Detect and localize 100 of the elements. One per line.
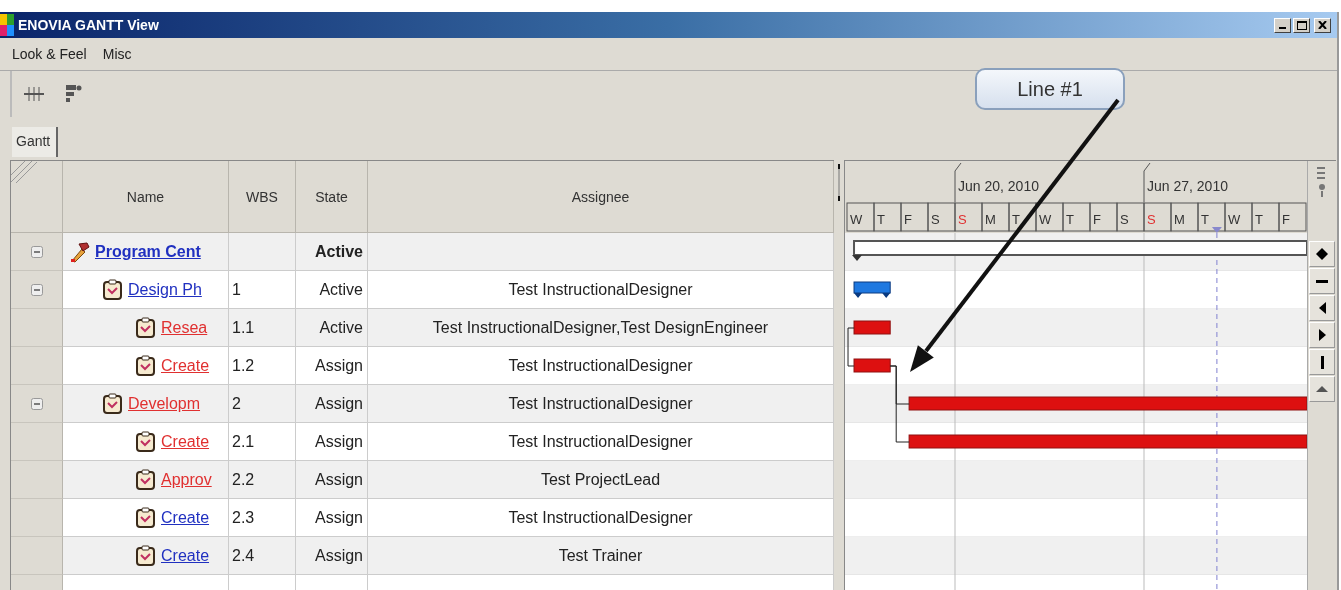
menu-item[interactable]: Misc (96, 44, 138, 64)
tools-icon (69, 240, 91, 263)
day-cell (1251, 202, 1280, 232)
left-triangle-icon (1318, 302, 1326, 314)
vertical-bar-icon (1320, 355, 1324, 369)
day-cell (1278, 202, 1307, 232)
maximize-button[interactable] (1293, 17, 1310, 33)
day-cell (1062, 202, 1091, 232)
task-bar[interactable] (853, 320, 891, 335)
column-header[interactable]: State (296, 161, 368, 233)
table-cell: Active (296, 309, 368, 347)
grid-lines-icon (24, 87, 44, 101)
task-link[interactable]: Create (161, 546, 210, 565)
task-link[interactable]: Developm (128, 394, 201, 413)
day-label: S (1147, 212, 1156, 227)
close-button[interactable] (1314, 17, 1331, 33)
scroll-left-button[interactable] (1309, 295, 1335, 321)
task-link[interactable]: Create (161, 508, 210, 527)
day-cell (1143, 202, 1172, 232)
day-cell (954, 202, 983, 232)
column-settings-icon[interactable] (1317, 167, 1327, 197)
day-cell (900, 202, 929, 232)
callout-label: Line #1 (975, 68, 1125, 110)
summary-bar[interactable] (852, 240, 1307, 261)
corner-hatch-icon (11, 161, 37, 183)
task-bar[interactable] (908, 434, 1307, 449)
task-bar[interactable] (853, 358, 891, 373)
table-cell: Test ProjectLead (368, 461, 834, 499)
table-cell: 1.1 (229, 309, 296, 347)
close-icon (1318, 21, 1327, 29)
day-label: S (1120, 212, 1129, 227)
clipboard-icon (135, 354, 157, 377)
day-label: S (931, 212, 940, 227)
day-cell (1116, 202, 1145, 232)
day-label: W (1228, 212, 1241, 227)
day-cell (1089, 202, 1118, 232)
day-cell (1197, 202, 1226, 232)
column-header[interactable]: WBS (229, 161, 296, 233)
collapse-icon[interactable] (30, 245, 43, 258)
column-header[interactable]: Assignee (368, 161, 834, 233)
day-label: M (985, 212, 996, 227)
blocks-icon (66, 85, 82, 103)
clipboard-icon (135, 468, 157, 491)
window-title: ENOVIA GANTT View (18, 17, 160, 33)
table-cell: Assign (296, 461, 368, 499)
row-header[interactable] (11, 385, 63, 423)
row-header[interactable] (11, 233, 63, 271)
grid-lines-button[interactable] (22, 85, 46, 103)
clipboard-icon (102, 278, 124, 301)
minimize-button[interactable] (1274, 17, 1291, 33)
phase-bar[interactable] (853, 281, 891, 298)
day-label: F (904, 212, 912, 227)
splitter-handle-icon[interactable] (837, 164, 841, 204)
day-cell (1224, 202, 1253, 232)
table-cell: Active (296, 233, 368, 271)
task-link[interactable]: Resea (161, 318, 208, 337)
clipboard-icon (102, 392, 124, 415)
menu-item[interactable]: Look & Feel (6, 44, 93, 64)
day-label: M (1174, 212, 1185, 227)
layout-button[interactable] (64, 83, 84, 105)
day-cell (1008, 202, 1037, 232)
task-link[interactable]: Create (161, 356, 210, 375)
day-label: W (1039, 212, 1052, 227)
column-header[interactable]: Name (63, 161, 229, 233)
day-label: T (877, 212, 885, 227)
diamond-icon (1316, 248, 1328, 260)
clipboard-icon (135, 430, 157, 453)
task-link[interactable]: Design Ph (128, 280, 202, 299)
day-label: W (850, 212, 863, 227)
maximize-icon (1296, 20, 1307, 30)
collapse-panel-button[interactable] (1309, 376, 1335, 402)
day-cell (873, 202, 902, 232)
day-cell (846, 202, 875, 232)
table-cell: 2 (229, 385, 296, 423)
table-cell: Assign (296, 385, 368, 423)
task-link[interactable]: Program Cent (95, 242, 201, 261)
day-cell (981, 202, 1010, 232)
day-cell (927, 202, 956, 232)
scroll-right-button[interactable] (1309, 322, 1335, 348)
day-label: T (1255, 212, 1263, 227)
gantt-tab[interactable]: Gantt (12, 127, 59, 157)
table-cell: Test InstructionalDesigner (368, 385, 834, 423)
collapse-icon[interactable] (30, 397, 43, 410)
right-triangle-icon (1318, 329, 1326, 341)
zoom-out-button[interactable] (1309, 268, 1335, 294)
task-link[interactable]: Create (161, 432, 210, 451)
table-cell: Test InstructionalDesigner,Test DesignEngineer (368, 309, 834, 347)
milestone-button[interactable] (1309, 241, 1335, 267)
row-header[interactable] (11, 271, 63, 309)
day-label: F (1093, 212, 1101, 227)
day-cell (1035, 202, 1064, 232)
task-link[interactable]: Approv (161, 470, 212, 489)
collapse-icon[interactable] (30, 283, 43, 296)
today-button[interactable] (1309, 349, 1335, 375)
day-label: T (1012, 212, 1020, 227)
up-triangle-icon (1316, 386, 1328, 392)
minus-icon (1316, 279, 1328, 283)
day-cell (1170, 202, 1199, 232)
table-cell: 2.2 (229, 461, 296, 499)
day-label: S (958, 212, 967, 227)
